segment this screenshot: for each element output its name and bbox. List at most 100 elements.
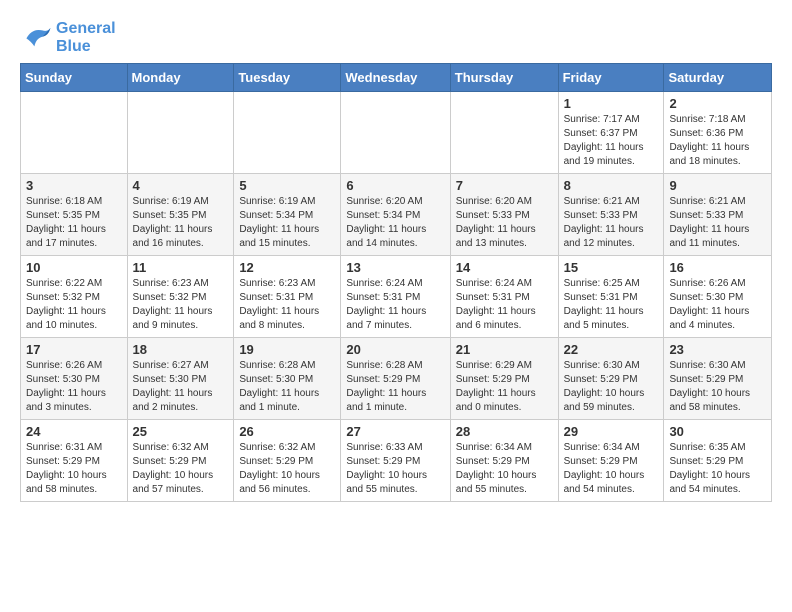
logo-text: General Blue (56, 20, 116, 55)
day-number: 23 (669, 342, 766, 357)
header-friday: Friday (558, 64, 664, 92)
day-number: 13 (346, 260, 444, 275)
day-info: Sunrise: 6:25 AM Sunset: 5:31 PM Dayligh… (564, 277, 659, 333)
calendar-cell-30: 25 Sunrise: 6:32 AM Sunset: 5:29 PM Dayli… (127, 420, 234, 502)
day-number: 21 (456, 342, 553, 357)
day-info: Sunrise: 6:21 AM Sunset: 5:33 PM Dayligh… (669, 195, 766, 251)
day-number: 30 (669, 424, 766, 439)
calendar-cell-17: 12 Sunrise: 6:23 AM Sunset: 5:31 PM Dayli… (234, 256, 341, 338)
calendar-cell-2 (127, 92, 234, 174)
day-info: Sunrise: 6:23 AM Sunset: 5:31 PM Dayligh… (239, 277, 335, 333)
calendar-cell-33: 28Sunrise: 6:34 AM Sunset: 5:29 PM Dayli… (450, 420, 558, 502)
day-number: 10 (26, 260, 122, 275)
calendar-cell-23: 18 Sunrise: 6:27 AM Sunset: 5:30 PM Dayli… (127, 338, 234, 420)
day-info: Sunrise: 6:33 AM Sunset: 5:29 PM Dayligh… (346, 441, 444, 497)
week-row-3: 10 Sunrise: 6:22 AM Sunset: 5:32 PM Dayli… (21, 256, 772, 338)
calendar-cell-10: 5 Sunrise: 6:19 AM Sunset: 5:34 PM Daylig… (234, 174, 341, 256)
calendar-cell-14: 9 Sunrise: 6:21 AM Sunset: 5:33 PM Daylig… (664, 174, 772, 256)
calendar-cell-22: 17Sunrise: 6:26 AM Sunset: 5:30 PM Dayli… (21, 338, 128, 420)
week-row-5: 24 Sunrise: 6:31 AM Sunset: 5:29 PM Dayli… (21, 420, 772, 502)
calendar-header-row: SundayMondayTuesdayWednesdayThursdayFrid… (21, 64, 772, 92)
day-number: 7 (456, 178, 553, 193)
calendar-cell-8: 3 Sunrise: 6:18 AM Sunset: 5:35 PM Daylig… (21, 174, 128, 256)
day-info: Sunrise: 6:34 AM Sunset: 5:29 PM Dayligh… (564, 441, 659, 497)
day-number: 25 (133, 424, 229, 439)
logo-icon (20, 24, 52, 52)
day-info: Sunrise: 6:27 AM Sunset: 5:30 PM Dayligh… (133, 359, 229, 415)
week-row-4: 17Sunrise: 6:26 AM Sunset: 5:30 PM Dayli… (21, 338, 772, 420)
day-info: Sunrise: 6:29 AM Sunset: 5:29 PM Dayligh… (456, 359, 553, 415)
day-info: Sunrise: 6:20 AM Sunset: 5:34 PM Dayligh… (346, 195, 444, 251)
calendar-cell-5 (450, 92, 558, 174)
day-info: Sunrise: 6:28 AM Sunset: 5:29 PM Dayligh… (346, 359, 444, 415)
day-info: Sunrise: 6:23 AM Sunset: 5:32 PM Dayligh… (133, 277, 229, 333)
day-number: 15 (564, 260, 659, 275)
day-number: 26 (239, 424, 335, 439)
day-info: Sunrise: 6:20 AM Sunset: 5:33 PM Dayligh… (456, 195, 553, 251)
day-number: 6 (346, 178, 444, 193)
day-number: 18 (133, 342, 229, 357)
day-number: 17 (26, 342, 122, 357)
day-info: Sunrise: 6:24 AM Sunset: 5:31 PM Dayligh… (456, 277, 553, 333)
calendar-cell-35: 30 Sunrise: 6:35 AM Sunset: 5:29 PM Dayli… (664, 420, 772, 502)
day-info: Sunrise: 6:31 AM Sunset: 5:29 PM Dayligh… (26, 441, 122, 497)
week-row-2: 3 Sunrise: 6:18 AM Sunset: 5:35 PM Daylig… (21, 174, 772, 256)
day-info: Sunrise: 7:18 AM Sunset: 6:36 PM Dayligh… (669, 113, 766, 169)
day-number: 9 (669, 178, 766, 193)
calendar-cell-28: 23Sunrise: 6:30 AM Sunset: 5:29 PM Dayli… (664, 338, 772, 420)
day-info: Sunrise: 6:28 AM Sunset: 5:30 PM Dayligh… (239, 359, 335, 415)
day-info: Sunrise: 6:18 AM Sunset: 5:35 PM Dayligh… (26, 195, 122, 251)
calendar-cell-26: 21 Sunrise: 6:29 AM Sunset: 5:29 PM Dayli… (450, 338, 558, 420)
day-number: 1 (564, 96, 659, 111)
day-number: 4 (133, 178, 229, 193)
calendar-cell-16: 11Sunrise: 6:23 AM Sunset: 5:32 PM Dayli… (127, 256, 234, 338)
header-thursday: Thursday (450, 64, 558, 92)
day-info: Sunrise: 6:35 AM Sunset: 5:29 PM Dayligh… (669, 441, 766, 497)
calendar-cell-15: 10 Sunrise: 6:22 AM Sunset: 5:32 PM Dayli… (21, 256, 128, 338)
calendar-cell-31: 26 Sunrise: 6:32 AM Sunset: 5:29 PM Dayli… (234, 420, 341, 502)
calendar-cell-9: 4Sunrise: 6:19 AM Sunset: 5:35 PM Daylig… (127, 174, 234, 256)
day-info: Sunrise: 6:21 AM Sunset: 5:33 PM Dayligh… (564, 195, 659, 251)
day-number: 20 (346, 342, 444, 357)
calendar-cell-21: 16 Sunrise: 6:26 AM Sunset: 5:30 PM Dayli… (664, 256, 772, 338)
calendar-cell-13: 8 Sunrise: 6:21 AM Sunset: 5:33 PM Daylig… (558, 174, 664, 256)
day-info: Sunrise: 6:30 AM Sunset: 5:29 PM Dayligh… (564, 359, 659, 415)
header-sunday: Sunday (21, 64, 128, 92)
calendar-cell-3 (234, 92, 341, 174)
day-number: 22 (564, 342, 659, 357)
day-number: 19 (239, 342, 335, 357)
day-info: Sunrise: 6:26 AM Sunset: 5:30 PM Dayligh… (669, 277, 766, 333)
day-number: 12 (239, 260, 335, 275)
calendar-cell-11: 6 Sunrise: 6:20 AM Sunset: 5:34 PM Daylig… (341, 174, 450, 256)
header-monday: Monday (127, 64, 234, 92)
week-row-1: 1 Sunrise: 7:17 AM Sunset: 6:37 PM Daylig… (21, 92, 772, 174)
calendar-cell-1 (21, 92, 128, 174)
day-number: 8 (564, 178, 659, 193)
calendar-cell-24: 19 Sunrise: 6:28 AM Sunset: 5:30 PM Dayli… (234, 338, 341, 420)
calendar-cell-25: 20 Sunrise: 6:28 AM Sunset: 5:29 PM Dayli… (341, 338, 450, 420)
calendar-cell-27: 22 Sunrise: 6:30 AM Sunset: 5:29 PM Dayli… (558, 338, 664, 420)
calendar-cell-18: 13 Sunrise: 6:24 AM Sunset: 5:31 PM Dayli… (341, 256, 450, 338)
day-number: 14 (456, 260, 553, 275)
day-number: 16 (669, 260, 766, 275)
calendar-cell-19: 14 Sunrise: 6:24 AM Sunset: 5:31 PM Dayli… (450, 256, 558, 338)
day-info: Sunrise: 6:32 AM Sunset: 5:29 PM Dayligh… (239, 441, 335, 497)
day-info: Sunrise: 6:19 AM Sunset: 5:34 PM Dayligh… (239, 195, 335, 251)
day-info: Sunrise: 6:32 AM Sunset: 5:29 PM Dayligh… (133, 441, 229, 497)
day-number: 29 (564, 424, 659, 439)
day-info: Sunrise: 7:17 AM Sunset: 6:37 PM Dayligh… (564, 113, 659, 169)
calendar-table: SundayMondayTuesdayWednesdayThursdayFrid… (20, 63, 772, 502)
calendar-cell-7: 2Sunrise: 7:18 AM Sunset: 6:36 PM Daylig… (664, 92, 772, 174)
calendar-cell-6: 1 Sunrise: 7:17 AM Sunset: 6:37 PM Daylig… (558, 92, 664, 174)
header-tuesday: Tuesday (234, 64, 341, 92)
day-info: Sunrise: 6:22 AM Sunset: 5:32 PM Dayligh… (26, 277, 122, 333)
calendar-cell-32: 27 Sunrise: 6:33 AM Sunset: 5:29 PM Dayli… (341, 420, 450, 502)
calendar-cell-12: 7 Sunrise: 6:20 AM Sunset: 5:33 PM Daylig… (450, 174, 558, 256)
page-header: General Blue (20, 20, 772, 55)
day-number: 3 (26, 178, 122, 193)
day-info: Sunrise: 6:24 AM Sunset: 5:31 PM Dayligh… (346, 277, 444, 333)
day-number: 5 (239, 178, 335, 193)
header-wednesday: Wednesday (341, 64, 450, 92)
day-number: 24 (26, 424, 122, 439)
day-number: 27 (346, 424, 444, 439)
